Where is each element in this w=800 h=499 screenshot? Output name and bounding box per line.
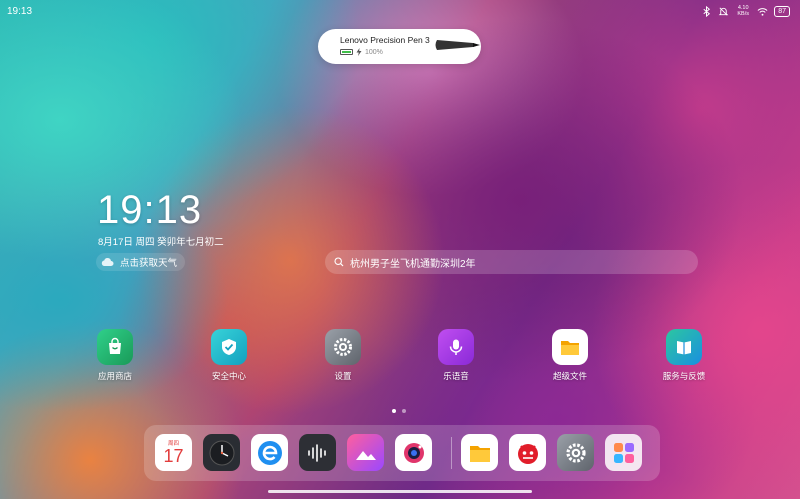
app-label: 超级文件 — [552, 371, 587, 381]
network-speed-text: 4.10 KB/s — [737, 5, 750, 17]
service-feedback-icon — [666, 329, 702, 365]
files-icon — [552, 329, 588, 365]
page-dot-2[interactable] — [402, 409, 406, 413]
bluetooth-icon — [703, 5, 711, 17]
security-center-icon — [211, 329, 247, 365]
app-grid: 应用商店 安全中心 设置 乐语音 超级文件 服务与反馈 — [0, 329, 800, 389]
pen-battery-percent: 100% — [365, 48, 383, 56]
app-security-center[interactable]: 安全中心 — [194, 329, 264, 382]
app-label: 安全中心 — [211, 371, 246, 381]
weather-label: 点击获取天气 — [120, 258, 178, 269]
browser-icon[interactable] — [251, 434, 288, 471]
app-voice-assistant[interactable]: 乐语音 — [421, 329, 491, 382]
mute-bell-icon — [718, 7, 729, 15]
camera-icon[interactable] — [395, 434, 432, 471]
calendar-day: 17 — [163, 445, 184, 466]
status-bar: 19:13 4.10 KB/s 87 — [0, 0, 800, 22]
network-speed: 4.10 KB/s — [735, 5, 751, 17]
weather-widget[interactable]: 点击获取天气 — [96, 253, 186, 271]
app-folder-icon[interactable] — [605, 434, 642, 471]
stylus-pen-icon — [435, 40, 480, 50]
pen-battery-bar — [340, 49, 353, 55]
home-gesture-bar[interactable] — [268, 490, 532, 493]
settings-icon — [325, 329, 361, 365]
app-label: 服务与反馈 — [662, 371, 706, 381]
page-indicator[interactable] — [392, 409, 406, 413]
files-icon[interactable] — [461, 434, 498, 471]
pen-battery: 100% — [340, 48, 383, 56]
calendar-icon[interactable]: 周四 17 — [155, 434, 192, 471]
gallery-icon[interactable] — [347, 434, 384, 471]
battery-indicator: 87 — [774, 5, 790, 17]
dock: 周四 17 — [144, 425, 660, 481]
charging-bolt-icon — [356, 48, 362, 56]
settings-icon[interactable] — [557, 434, 594, 471]
status-icons: 4.10 KB/s 87 — [701, 5, 790, 17]
app-label: 乐语音 — [443, 371, 469, 381]
page-dot-1[interactable] — [392, 409, 396, 413]
recorder-icon[interactable] — [299, 434, 336, 471]
app-super-files[interactable]: 超级文件 — [535, 329, 605, 382]
app-label: 设置 — [334, 371, 352, 381]
antutu-icon[interactable] — [509, 434, 546, 471]
app-service-feedback[interactable]: 服务与反馈 — [649, 329, 719, 382]
lockscreen-clock[interactable]: 19:13 — [97, 188, 202, 233]
app-label: 应用商店 — [97, 371, 132, 381]
voice-assistant-icon — [438, 329, 474, 365]
search-icon — [334, 257, 344, 267]
app-settings[interactable]: 设置 — [308, 329, 378, 382]
lockscreen-date: 8月17日 周四 癸卯年七月初二 — [98, 237, 224, 248]
pen-battery-fill — [342, 51, 351, 53]
pen-name: Lenovo Precision Pen 3 — [340, 35, 430, 45]
cloud-icon — [101, 258, 114, 266]
wifi-icon — [757, 7, 768, 16]
search-suggestion: 杭州男子坐飞机通勤深圳2年 — [350, 258, 476, 270]
clock-icon[interactable] — [203, 434, 240, 471]
search-bar[interactable]: 杭州男子坐飞机通勤深圳2年 — [325, 250, 698, 274]
app-app-store[interactable]: 应用商店 — [80, 329, 150, 382]
status-time: 19:13 — [7, 6, 33, 17]
app-store-icon — [97, 329, 133, 365]
dock-divider — [451, 437, 452, 469]
